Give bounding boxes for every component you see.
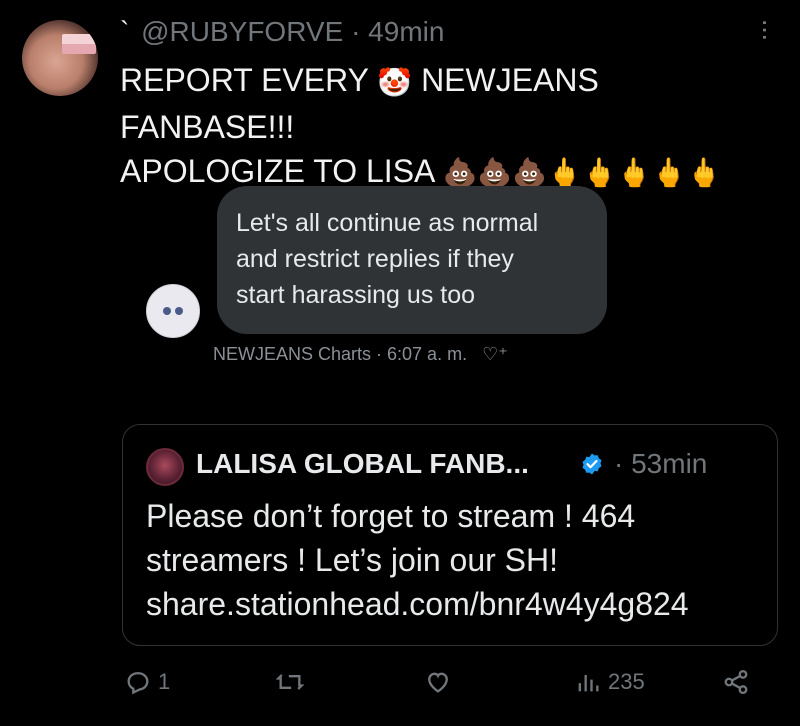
chat-avatar xyxy=(146,284,200,338)
tweet-text: REPORT EVERY 🤡 NEWJEANS FANBASE!!! APOLOG… xyxy=(120,58,780,195)
reply-button[interactable]: 1 xyxy=(124,668,170,696)
reply-icon xyxy=(127,672,149,695)
heart-icon xyxy=(428,672,448,693)
share-icon xyxy=(724,669,748,695)
views-button[interactable]: 235 xyxy=(574,668,645,696)
quote-author-avatar[interactable] xyxy=(146,448,184,486)
quote-time[interactable]: · 53min xyxy=(614,448,707,480)
retweet-icon xyxy=(276,674,304,690)
chat-meta-text: NEWJEANS Charts · 6:07 a. m. xyxy=(213,344,468,364)
middle-finger-emoji-icon: 🖕 xyxy=(686,157,722,189)
author-avatar[interactable] xyxy=(22,20,98,96)
middle-finger-emoji-icon: 🖕 xyxy=(616,157,652,189)
tweet-actions: 1 235 xyxy=(0,668,800,708)
views-icon xyxy=(578,675,599,692)
tweet-line2: APOLOGIZE TO LISA xyxy=(120,152,434,189)
views-count: 235 xyxy=(608,669,645,694)
quote-author-name[interactable]: LALISA GLOBAL FANB... xyxy=(196,448,529,480)
chat-message: Let's all continue as normal and restric… xyxy=(236,209,539,309)
grave-mark: ` xyxy=(120,16,130,47)
header-separator: · xyxy=(351,16,361,47)
chat-meta: NEWJEANS Charts · 6:07 a. m. ♡⁺ xyxy=(213,344,508,365)
tweet-time[interactable]: 49min xyxy=(368,16,444,47)
author-handle[interactable]: @RUBYFORVE xyxy=(141,16,343,47)
share-button[interactable] xyxy=(722,668,750,696)
like-button[interactable] xyxy=(424,668,452,696)
retweet-button[interactable] xyxy=(276,668,304,696)
quote-text: Please don’t forget to stream ! 464 stre… xyxy=(146,498,689,622)
verified-badge-icon xyxy=(582,453,602,475)
clown-emoji-icon: 🤡 xyxy=(377,66,413,98)
tweet-header: ` @RUBYFORVE · 49min xyxy=(120,16,444,48)
tweet-line1-a: REPORT EVERY xyxy=(120,62,369,98)
reply-count: 1 xyxy=(158,669,171,694)
middle-finger-emoji-icon: 🖕 xyxy=(651,157,687,189)
heart-plus-icon: ♡⁺ xyxy=(482,344,508,364)
more-vertical-icon[interactable]: ··· xyxy=(751,18,782,40)
